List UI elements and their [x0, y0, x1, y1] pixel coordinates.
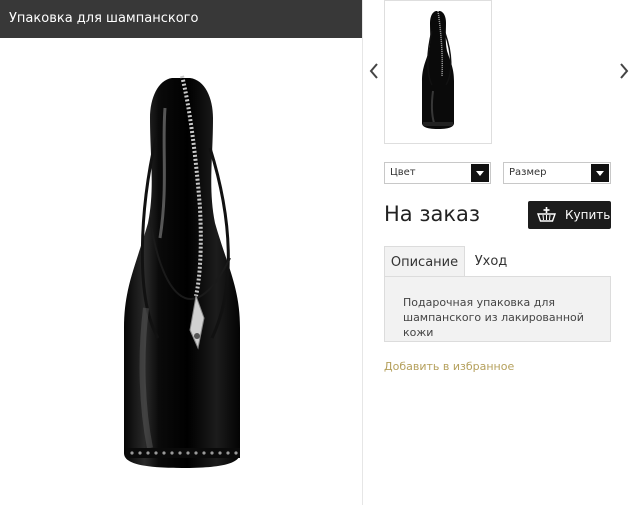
- price-status: На заказ: [384, 202, 481, 226]
- product-title: Упаковка для шампанского: [0, 0, 362, 38]
- description-line-2: шампанского из лакированной кожи: [403, 311, 584, 339]
- product-main-image[interactable]: [0, 38, 362, 505]
- thumbnail-image[interactable]: [384, 0, 492, 144]
- product-image-panel: Упаковка для шампанского: [0, 0, 362, 505]
- panel-divider: [362, 0, 363, 505]
- tab-description-label: Описание: [390, 255, 459, 270]
- size-select[interactable]: Размер: [503, 162, 611, 184]
- chevron-down-icon: [591, 164, 609, 182]
- carousel-prev-button[interactable]: [365, 56, 383, 86]
- chevron-left-icon: [369, 63, 378, 79]
- tab-care-label: Уход: [474, 254, 508, 269]
- description-line-1: Подарочная упаковка для: [403, 296, 556, 309]
- cart-icon: [537, 207, 556, 222]
- tab-care[interactable]: Уход: [465, 246, 517, 277]
- add-to-favorites-link[interactable]: Добавить в избранное: [384, 360, 514, 373]
- chevron-down-icon: [471, 164, 489, 182]
- description-panel: Подарочная упаковка для шампанского из л…: [384, 276, 611, 342]
- buy-button[interactable]: Купить: [528, 201, 611, 229]
- carousel-next-button[interactable]: [615, 56, 633, 86]
- tab-description[interactable]: Описание: [384, 246, 465, 277]
- color-select[interactable]: Цвет: [384, 162, 491, 184]
- size-select-value: Размер: [509, 167, 547, 178]
- chevron-right-icon: [620, 63, 629, 79]
- buy-button-label: Купить: [565, 208, 611, 222]
- color-select-value: Цвет: [390, 167, 416, 178]
